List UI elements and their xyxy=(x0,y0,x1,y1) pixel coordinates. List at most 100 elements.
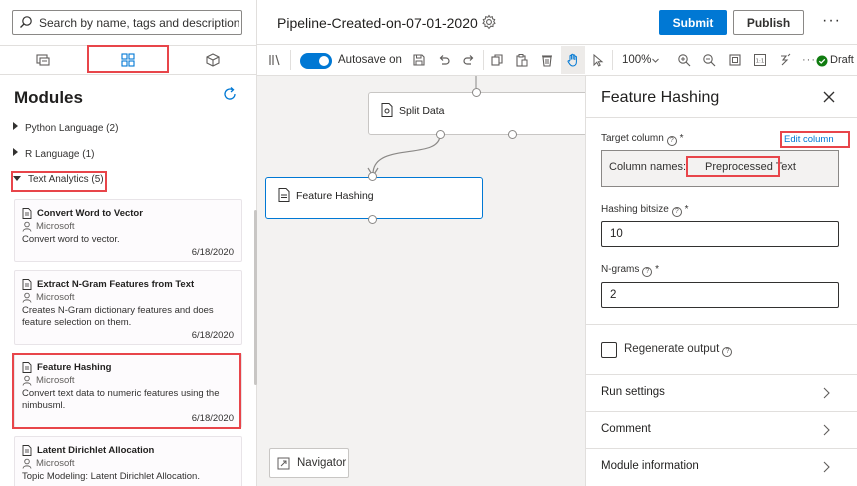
module-title: Latent Dirichlet Allocation xyxy=(37,445,155,456)
pipeline-title[interactable]: Pipeline-Created-on-07-01-2020 xyxy=(277,15,478,31)
module-description: Topic Modeling: Latent Dirichlet Allocat… xyxy=(22,471,200,482)
label-text: Target column xyxy=(601,133,664,144)
module-card-convert-word-to-vector[interactable]: Convert Word to Vector Microsoft Convert… xyxy=(14,199,242,262)
node-feature-hashing[interactable]: Feature Hashing xyxy=(265,177,483,219)
modules-tab-icon[interactable] xyxy=(120,52,136,68)
category-r-language[interactable]: R Language (1) xyxy=(13,148,95,160)
toolbar-divider xyxy=(612,50,613,70)
output-port[interactable] xyxy=(508,130,517,139)
paste-icon[interactable] xyxy=(515,53,529,67)
module-publisher: Microsoft xyxy=(36,458,75,469)
chevron-right-icon xyxy=(823,461,830,473)
module-date: 6/18/2020 xyxy=(191,330,234,341)
module-card-latent-dirichlet[interactable]: Latent Dirichlet Allocation Microsoft To… xyxy=(14,436,242,486)
column-names-value: Preprocessed Text xyxy=(705,161,796,173)
refresh-icon[interactable] xyxy=(222,86,238,102)
gear-icon[interactable] xyxy=(481,14,497,30)
zoom-out-icon[interactable] xyxy=(702,53,716,67)
autosave-toggle[interactable] xyxy=(300,53,332,69)
required-mark: * xyxy=(679,133,684,144)
module-date: 6/18/2020 xyxy=(191,413,234,424)
properties-panel: Feature Hashing Target column? * Edit co… xyxy=(585,76,857,486)
module-description: Convert text data to numeric features us… xyxy=(22,388,220,411)
toolbar-divider xyxy=(483,50,484,70)
actual-size-icon[interactable]: 1:1 xyxy=(753,53,767,67)
submit-button[interactable]: Submit xyxy=(659,10,727,35)
undo-icon[interactable] xyxy=(437,53,451,67)
pipeline-canvas[interactable]: Split Data Feature Hashing Navigator xyxy=(257,76,585,486)
help-icon[interactable]: ? xyxy=(722,347,733,357)
pointer-icon[interactable] xyxy=(591,53,605,67)
label-text: Regenerate output xyxy=(624,343,720,355)
section-module-information[interactable]: Module information xyxy=(586,449,857,485)
input-port[interactable] xyxy=(472,88,481,97)
person-icon xyxy=(22,458,32,469)
node-label: Feature Hashing xyxy=(296,190,374,202)
person-icon xyxy=(22,221,32,232)
module-title: Feature Hashing xyxy=(37,362,112,373)
hashing-bitsize-input[interactable] xyxy=(601,221,839,247)
regenerate-output-label: Regenerate output ? xyxy=(624,343,733,357)
category-text-analytics[interactable]: Text Analytics (5) xyxy=(13,174,104,185)
help-icon[interactable]: ? xyxy=(666,136,677,146)
redo-icon[interactable] xyxy=(462,53,476,67)
required-mark: * xyxy=(655,264,660,275)
section-run-settings[interactable]: Run settings xyxy=(586,375,857,411)
divider xyxy=(586,324,857,325)
module-icon xyxy=(22,445,32,456)
ngrams-input[interactable] xyxy=(601,282,839,308)
copy-icon[interactable] xyxy=(490,53,504,67)
models-tab-icon[interactable] xyxy=(205,52,221,68)
search-icon xyxy=(20,16,32,28)
module-card-extract-ngram[interactable]: Extract N-Gram Features from Text Micros… xyxy=(14,270,242,345)
svg-text:1:1: 1:1 xyxy=(756,59,765,65)
category-label: Python Language (2) xyxy=(25,123,119,134)
zoom-level[interactable]: 100% xyxy=(622,54,651,66)
person-icon xyxy=(22,375,32,386)
search-input[interactable] xyxy=(39,14,239,32)
output-port[interactable] xyxy=(436,130,445,139)
save-icon[interactable] xyxy=(412,53,426,67)
more-options-icon[interactable]: ··· xyxy=(822,12,841,30)
module-publisher: Microsoft xyxy=(36,292,75,303)
required-mark: * xyxy=(684,204,689,215)
modules-heading: Modules xyxy=(14,88,83,107)
zoom-in-icon[interactable] xyxy=(677,53,691,67)
help-icon[interactable]: ? xyxy=(642,267,653,277)
help-icon[interactable]: ? xyxy=(671,207,682,217)
divider xyxy=(586,117,857,118)
chevron-down-icon[interactable] xyxy=(652,57,659,64)
toolbar-more-icon[interactable]: ··· xyxy=(802,54,816,66)
delete-icon[interactable] xyxy=(540,53,554,67)
hashing-bitsize-label: Hashing bitsize? * xyxy=(601,204,689,217)
module-publisher: Microsoft xyxy=(36,375,75,386)
node-label: Split Data xyxy=(399,105,445,117)
section-comment[interactable]: Comment xyxy=(586,412,857,448)
label-text: N-grams xyxy=(601,264,640,275)
navigator-icon xyxy=(277,457,290,470)
publish-button[interactable]: Publish xyxy=(733,10,804,35)
module-title: Extract N-Gram Features from Text xyxy=(37,279,195,290)
regenerate-output-checkbox[interactable] xyxy=(601,342,617,358)
chevron-right-icon xyxy=(13,122,18,130)
fit-to-screen-icon[interactable] xyxy=(728,53,742,67)
section-label: Run settings xyxy=(601,386,665,398)
edit-column-link[interactable]: Edit column xyxy=(784,134,834,145)
navigator-button[interactable]: Navigator xyxy=(269,448,349,478)
module-icon xyxy=(22,362,32,373)
search-box[interactable] xyxy=(12,10,242,35)
pan-hand-icon[interactable] xyxy=(566,53,580,67)
category-label: Text Analytics (5) xyxy=(28,174,104,185)
node-split-data[interactable]: Split Data xyxy=(368,92,585,135)
library-icon[interactable] xyxy=(268,53,282,67)
output-port[interactable] xyxy=(368,215,377,224)
category-python-language[interactable]: Python Language (2) xyxy=(13,122,118,134)
module-card-feature-hashing[interactable]: Feature Hashing Microsoft Convert text d… xyxy=(14,353,242,428)
input-port[interactable] xyxy=(368,172,377,181)
datasets-tab-icon[interactable] xyxy=(35,52,51,68)
module-publisher: Microsoft xyxy=(36,221,75,232)
panel-title: Feature Hashing xyxy=(601,89,720,106)
auto-layout-icon[interactable] xyxy=(778,53,792,67)
close-icon[interactable] xyxy=(822,90,836,104)
module-date: 6/18/2020 xyxy=(191,247,234,258)
